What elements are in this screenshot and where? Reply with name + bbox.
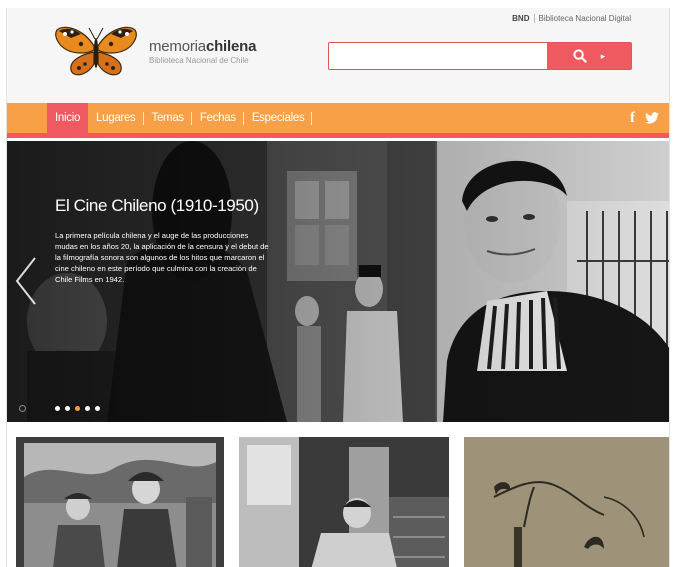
slide-dot[interactable] [65,406,70,411]
nav-item-especiales[interactable]: Especiales [244,103,313,133]
hero-description: La primera película chilena y el auge de… [55,231,269,284]
slide-dot[interactable] [95,406,100,411]
feature-card-image [239,437,449,567]
nav-item-lugares[interactable]: Lugares [88,103,144,133]
bnd-abbr[interactable]: BND [512,14,529,23]
slide-dot-active[interactable] [75,406,80,411]
site-logo[interactable]: memoriachilena Biblioteca Nacional de Ch… [53,24,256,80]
nav-item-temas[interactable]: Temas [144,103,192,133]
logo-title-light: memoria [149,38,206,55]
pause-icon[interactable] [19,405,26,412]
logo-title-bold: chilena [205,38,257,55]
nav-menu: Inicio Lugares Temas Fechas Especiales [47,103,313,133]
hero-slider[interactable]: El Cine Chileno (1910-1950) La primera p… [7,141,669,422]
logo-subtitle: Biblioteca Nacional de Chile [149,56,249,65]
nav-item-label: Inicio [55,112,81,124]
search-button[interactable]: ▸ [547,43,631,69]
slide-dot[interactable] [85,406,90,411]
nav-item-fechas[interactable]: Fechas [192,103,244,133]
logo-text: memoriachilena Biblioteca Nacional de Ch… [149,39,256,65]
feature-card-image [464,437,669,567]
bnd-full-name[interactable]: Biblioteca Nacional Digital [539,14,632,23]
site-header: BND Biblioteca Nacional Digital memoriac… [7,8,669,103]
bnd-link[interactable]: BND Biblioteca Nacional Digital [512,14,631,23]
chevron-left-icon[interactable] [13,256,39,306]
nav-item-label: Temas [151,112,185,124]
search-box: ▸ [328,42,632,70]
main-nav: Inicio Lugares Temas Fechas Especiales f [7,103,669,133]
hero-title[interactable]: El Cine Chileno (1910-1950) [55,196,259,216]
search-input[interactable] [329,43,547,69]
social-links: f [630,103,659,133]
page: BND Biblioteca Nacional Digital memoriac… [6,8,670,567]
butterfly-icon [55,26,137,76]
nav-item-label: Fechas [199,112,236,124]
bnd-divider [533,14,535,23]
caret-right-icon: ▸ [600,50,606,61]
nav-accent-strip [7,133,669,138]
slide-dot[interactable] [55,406,60,411]
feature-card-image [16,437,224,567]
nav-item-inicio[interactable]: Inicio [47,103,89,133]
nav-item-label: Lugares [96,112,136,124]
nav-item-label: Especiales [251,112,305,124]
facebook-icon[interactable]: f [630,110,635,126]
search-icon [573,49,587,63]
slide-dots [55,406,100,411]
twitter-icon[interactable] [645,112,659,124]
feature-card-1[interactable] [16,437,224,567]
feature-card-3[interactable] [464,437,669,567]
feature-card-2[interactable] [239,437,449,567]
nav-divider [311,112,313,125]
logo-title: memoriachilena [149,39,256,54]
